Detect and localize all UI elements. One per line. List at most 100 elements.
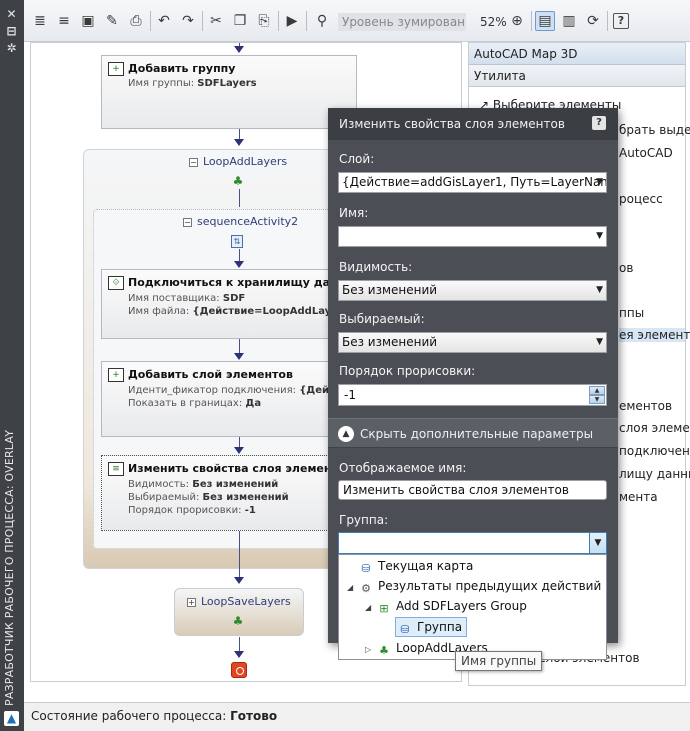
tree-item-group[interactable]: ⛁ Группа [395,617,468,637]
layer-select[interactable]: {Действие=addGisLayer1, Путь=LayerName} ▼ [338,172,607,193]
visibility-label: Видимость: [339,260,413,274]
loop-save-layers-title[interactable]: + LoopSaveLayers [187,595,291,608]
print-icon[interactable]: ⎙ [126,11,146,31]
run-icon[interactable]: ▶ [282,11,302,31]
display-name-input[interactable]: Изменить свойства слоя элементов [338,480,607,500]
visibility-select[interactable]: Без изменений ▼ [338,280,607,301]
chevron-down-icon: ▼ [596,177,603,187]
activity-title: Добавить слой элементов [128,368,293,381]
group-dropdown-tree: ⛁ Текущая карта ◢ ⚙ Результаты предыдущих д… [338,554,607,660]
panel-item[interactable]: AutoCAD [619,146,673,160]
chevron-down-icon: ▼ [596,337,603,347]
panel-item[interactable]: ов [619,261,633,275]
activity-prop-label: Имя группы: [128,78,195,89]
pin-icon[interactable]: ⊟ [5,25,18,38]
expand-icon[interactable]: ◢ [347,579,359,597]
activity-prop-label: Имя поставщика: [128,293,220,304]
activity-title: Добавить группу [128,62,236,75]
selectable-select[interactable]: Без изменений ▼ [338,332,607,353]
activity-modify-layer[interactable]: ≡ Изменить свойства слоя элементов Видим… [101,455,352,531]
chevron-down-icon: ▼ [596,285,603,295]
loop-icon: ♣ [232,174,244,188]
activity-add-layer[interactable]: + Добавить слой элементов Иденти_фикатор… [101,361,365,437]
activity-prop-value: Без изменений [202,492,289,503]
paste-icon[interactable]: ⎘ [254,11,274,31]
zoom-to-fit-icon[interactable]: ⚲ [312,11,332,31]
activity-prop-label: Показать в границах: [128,398,243,409]
database-icon: ⛁ [361,562,371,575]
draw-order-stepper[interactable]: -1 ▲ ▼ [338,384,607,406]
panel-item[interactable]: лищу данных [619,467,690,481]
activity-prop-value: -1 [244,505,256,516]
layout-horizontal-icon[interactable]: ▤ [535,11,555,31]
panel-item[interactable]: подключени [619,444,690,458]
zoom-level-label: Уровень зумирования [338,13,466,31]
panel-item[interactable]: ементов [619,399,672,413]
workflow-results-icon: ⚙ [361,582,371,595]
workflow-end-icon [231,662,247,678]
panel-item-selected[interactable]: ея элементов [619,328,690,342]
collapse-icon[interactable]: ▷ [365,641,377,659]
add-layer-icon: + [108,368,124,382]
status-value: Готово [230,709,278,723]
status-bar: Состояние рабочего процесса: Готово [24,702,690,731]
activity-add-group[interactable]: + Добавить группу Имя группы: SDFLayers [101,55,357,129]
workflow-new-icon[interactable]: ≣ [30,11,50,31]
database-icon: ⛁ [400,623,410,636]
name-select[interactable]: ▼ [338,226,607,247]
activity-prop-value: SDF [222,293,246,304]
gear-icon[interactable]: ✲ [5,42,18,55]
close-icon[interactable]: ✕ [5,8,18,21]
cut-icon[interactable]: ✂ [206,11,226,31]
panel-section-utility[interactable]: Утилита [469,65,685,87]
tree-item-previous-results[interactable]: ◢ ⚙ Результаты предыдущих действий [347,577,601,597]
activity-prop-label: Порядок прорисовки: [128,505,242,516]
sequence-title[interactable]: − sequenceActivity2 [183,215,298,228]
add-group-icon: + [108,62,124,76]
tooltip: Имя группы [455,651,543,671]
help-icon[interactable]: ? [613,13,629,29]
display-name-label: Отображаемое имя: [339,461,467,475]
activity-prop-label: Видимость: [128,479,190,490]
left-palette-strip: ✕ ⊟ ✲ РАЗРАБОТЧИК РАБОЧЕГО ПРОЦЕССА: OVE… [0,0,24,731]
activity-prop-label: Имя файла: [128,306,190,317]
modify-layer-icon: ≡ [108,462,124,476]
expand-icon[interactable]: ◢ [365,599,377,617]
layout-vertical-icon[interactable]: ▥ [559,11,579,31]
panel-item[interactable]: роцесс [619,192,663,206]
status-label: Состояние рабочего процесса: [31,709,227,723]
chevron-down-icon[interactable]: ▼ [589,533,606,553]
zoom-level-value[interactable]: 52% [480,13,507,31]
workflow-open-icon[interactable]: ≡ [54,11,74,31]
group-combobox[interactable]: ▼ [338,532,607,554]
save-icon[interactable]: ▣ [78,11,98,31]
activity-prop-label: Иденти_фикатор подключения: [128,385,296,396]
panel-item[interactable]: слоя элеме [619,421,690,435]
loop-icon: ♣ [379,644,389,657]
panel-item[interactable]: ппы [619,306,644,320]
zoom-icon[interactable]: ⊕ [507,11,527,31]
layer-label: Слой: [339,152,375,166]
loop-add-layers-title[interactable]: − LoopAddLayers [189,155,287,168]
refresh-icon[interactable]: ⟳ [583,11,603,31]
connect-icon: ⟐ [108,276,124,290]
advanced-options-toggle[interactable]: ▲ Скрыть дополнительные параметры [328,418,618,448]
copy-icon[interactable]: ❐ [230,11,250,31]
name-label: Имя: [339,206,369,220]
panel-item[interactable]: мента [619,490,658,504]
stepper-down-icon[interactable]: ▼ [589,395,605,404]
undo-icon[interactable]: ↶ [154,11,174,31]
sequence-icon: ⇅ [231,235,243,248]
panel-item[interactable]: брать выдел [619,123,690,137]
save-as-icon[interactable]: ✎ [102,11,122,31]
draw-order-label: Порядок прорисовки: [339,364,476,378]
redo-icon[interactable]: ↷ [178,11,198,31]
chevron-up-icon: ▲ [338,426,354,442]
activity-connect-datastore[interactable]: ⟐ Подключиться к хранилищу данных Имя по… [101,269,376,339]
tree-item-add-group[interactable]: ◢ ⊞ Add SDFLayers Group [365,597,527,617]
stepper-up-icon[interactable]: ▲ [589,386,605,395]
panel-section-autocad-map[interactable]: AutoCAD Map 3D [469,43,685,65]
activity-prop-label: Выбираемый: [128,492,200,503]
tree-item-current-map[interactable]: ⛁ Текущая карта [359,557,473,575]
help-icon[interactable]: ? [592,116,606,130]
